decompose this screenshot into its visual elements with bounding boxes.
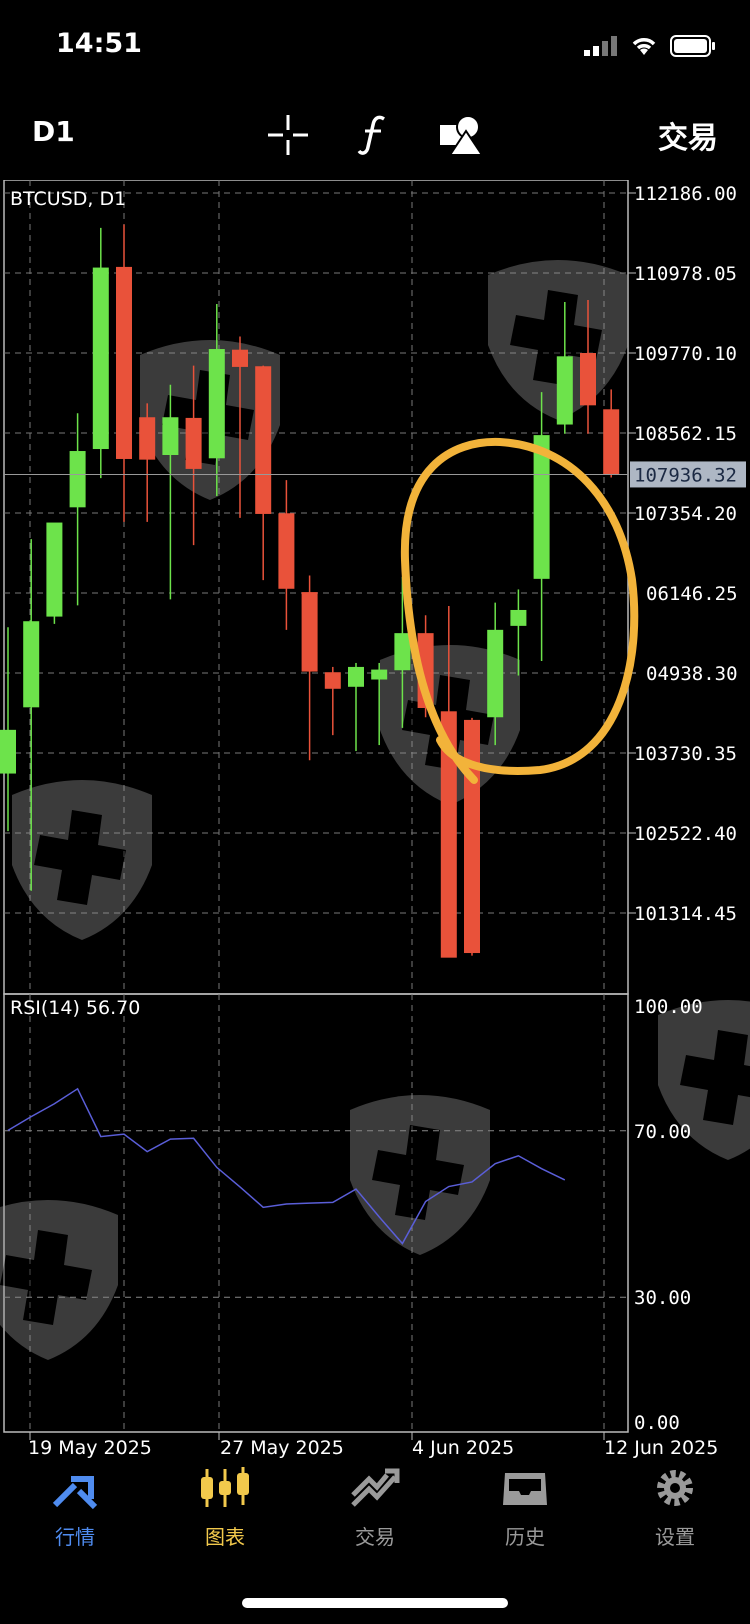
rsi-tick-label: 0.00 bbox=[634, 1412, 680, 1434]
tab-quotes-label: 行情 bbox=[55, 1525, 95, 1549]
candle-body bbox=[69, 451, 86, 508]
tab-bar: 行情 图表 交易 历史 设置 bbox=[0, 1465, 750, 1575]
candle-body bbox=[139, 417, 156, 460]
signal-icon bbox=[584, 36, 617, 56]
candle-body bbox=[208, 349, 225, 459]
period-button[interactable]: D1 bbox=[32, 115, 75, 148]
candle-body bbox=[116, 266, 132, 459]
candle-body bbox=[394, 633, 411, 671]
status-time: 14:51 bbox=[56, 28, 142, 59]
price-tick-label: 102522.40 bbox=[634, 823, 737, 845]
rsi-title: RSI(14) 56.70 bbox=[10, 997, 140, 1019]
home-indicator bbox=[242, 1598, 508, 1608]
objects-icon[interactable] bbox=[438, 113, 484, 157]
price-tick-label: 107354.20 bbox=[634, 503, 737, 525]
price-tick-label: 109770.10 bbox=[634, 343, 737, 365]
date-tick-label: 19 May 2025 bbox=[28, 1437, 152, 1459]
status-icons bbox=[584, 34, 716, 58]
tab-quotes[interactable]: 行情 bbox=[0, 1465, 150, 1550]
rsi-tick-label: 30.00 bbox=[634, 1287, 691, 1309]
tab-chart[interactable]: 图表 bbox=[150, 1465, 300, 1550]
candle-body bbox=[464, 719, 480, 954]
candle-body bbox=[348, 666, 364, 687]
candle-body bbox=[371, 669, 388, 680]
trend-icon bbox=[351, 1468, 400, 1507]
tab-history-label: 历史 bbox=[505, 1525, 545, 1549]
current-price-label: 107936.32 bbox=[634, 464, 737, 486]
price-tick-label: 112186.00 bbox=[634, 183, 737, 205]
tab-chart-label: 图表 bbox=[205, 1525, 245, 1549]
price-tick-label: 101314.45 bbox=[634, 903, 737, 925]
rsi-tick-label: 100.00 bbox=[634, 996, 703, 1018]
tab-trade[interactable]: 交易 bbox=[300, 1465, 450, 1550]
shield-watermark bbox=[350, 1095, 490, 1255]
tab-settings-label: 设置 bbox=[655, 1525, 695, 1549]
price-tick-label: 108562.15 bbox=[634, 423, 737, 445]
tab-history[interactable]: 历史 bbox=[450, 1465, 600, 1550]
price-tick-label: 06146.25 bbox=[646, 583, 738, 605]
candle-body bbox=[185, 417, 202, 469]
candle-body bbox=[92, 267, 109, 450]
tab-trade-label: 交易 bbox=[355, 1525, 395, 1549]
shield-watermark bbox=[0, 1200, 118, 1360]
price-axis: 112186.00 110978.05 109770.10 108562.15 1073… bbox=[628, 183, 738, 925]
price-tick-label: 110978.05 bbox=[634, 263, 737, 285]
tab-settings[interactable]: 设置 bbox=[600, 1465, 750, 1550]
candle-body bbox=[46, 522, 63, 617]
trade-button[interactable]: 交易 bbox=[658, 113, 718, 157]
battery-icon bbox=[670, 35, 715, 57]
shield-watermark bbox=[12, 780, 152, 940]
candle-body bbox=[301, 592, 318, 672]
date-tick-label: 27 May 2025 bbox=[220, 1437, 344, 1459]
candle-body bbox=[23, 621, 40, 708]
price-tick-label: 04938.30 bbox=[646, 663, 738, 685]
date-tick-label: 12 Jun 2025 bbox=[604, 1437, 718, 1459]
candle-body bbox=[162, 417, 179, 455]
date-tick-label: 4 Jun 2025 bbox=[412, 1437, 514, 1459]
crosshair-icon[interactable] bbox=[266, 113, 310, 157]
status-bar: 14:51 bbox=[0, 0, 750, 90]
price-tick-label: 103730.35 bbox=[634, 743, 737, 765]
candle-body bbox=[487, 629, 504, 718]
candle-body bbox=[510, 609, 527, 626]
wifi-icon bbox=[632, 38, 656, 55]
inbox-icon bbox=[503, 1473, 547, 1505]
symbol-title: BTCUSD, D1 bbox=[10, 188, 126, 210]
candle-body bbox=[580, 353, 596, 406]
rsi-tick-label: 70.00 bbox=[634, 1121, 691, 1143]
gear-icon bbox=[657, 1470, 693, 1506]
candles-icon bbox=[201, 1467, 249, 1507]
candle-body bbox=[556, 356, 573, 425]
date-axis: 19 May 2025 27 May 2025 4 Jun 2025 12 Jun 2… bbox=[28, 1432, 718, 1459]
candle-body bbox=[603, 409, 620, 475]
candle-body bbox=[278, 513, 295, 589]
candle-body bbox=[255, 366, 272, 514]
function-icon[interactable] bbox=[356, 113, 390, 157]
quotes-icon bbox=[52, 1476, 98, 1510]
candle-body bbox=[232, 349, 248, 367]
candle-body bbox=[0, 729, 16, 774]
candle-body bbox=[324, 672, 341, 689]
chart-toolbar: D1 交易 bbox=[0, 95, 750, 175]
chart-area[interactable]: 112186.00 110978.05 109770.10 108562.15 1073… bbox=[0, 180, 750, 1460]
